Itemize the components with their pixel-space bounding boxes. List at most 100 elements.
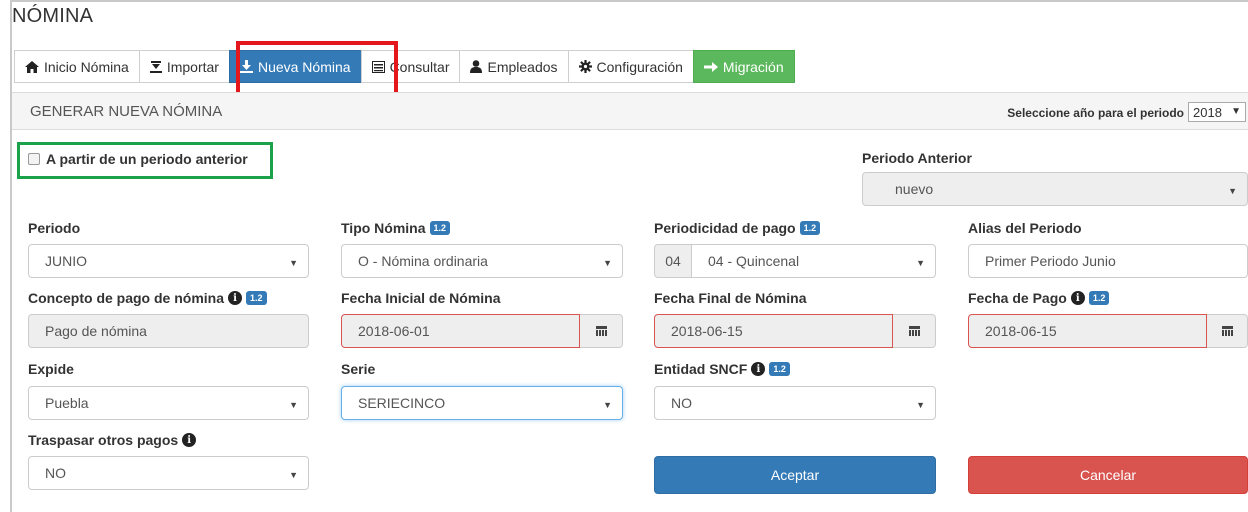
- select-value: NO: [45, 465, 66, 481]
- expide-label: Expide: [28, 361, 74, 377]
- select-value: JUNIO: [45, 253, 87, 269]
- label-text: Serie: [341, 361, 376, 377]
- expide-select[interactable]: Puebla ▼: [28, 386, 309, 420]
- tab-configuracion[interactable]: Configuración: [567, 50, 693, 83]
- fecha-pago-calendar-button[interactable]: [1207, 314, 1248, 348]
- tab-importar[interactable]: Importar: [138, 50, 229, 83]
- arrow-right-icon: [703, 61, 718, 73]
- alias-input[interactable]: Primer Periodo Junio: [968, 244, 1248, 278]
- version-badge: 1.2: [769, 362, 790, 376]
- caret-down-icon: ▼: [289, 400, 298, 410]
- fecha-inicial-calendar-button[interactable]: [580, 314, 623, 348]
- info-icon[interactable]: i: [751, 362, 766, 376]
- import-icon: [149, 60, 162, 73]
- tab-label: Consultar: [389, 58, 450, 75]
- fecha-pago-input[interactable]: 2018-06-15: [968, 314, 1207, 348]
- tab-label: Inicio Nómina: [44, 58, 129, 75]
- year-value: 2018: [1193, 104, 1222, 120]
- serie-label: Serie: [341, 361, 375, 377]
- tab-empleados[interactable]: Empleados: [459, 50, 568, 83]
- select-value: 04 - Quincenal: [708, 253, 800, 269]
- user-icon: [470, 60, 483, 73]
- alias-label: Alias del Periodo: [968, 220, 1082, 236]
- label-text: Concepto de pago de nómina: [28, 290, 225, 306]
- select-value: O - Nómina ordinaria: [358, 253, 488, 269]
- chevron-down-icon: ▼: [1231, 106, 1241, 117]
- periodo-anterior-label: Periodo Anterior: [862, 150, 972, 166]
- serie-select[interactable]: SERIECINCO ▼: [341, 386, 623, 420]
- caret-down-icon: ▼: [1228, 186, 1237, 196]
- label-text: Expide: [28, 361, 74, 377]
- previous-period-label: A partir de un periodo anterior: [46, 151, 248, 167]
- caret-down-icon: ▼: [289, 258, 298, 268]
- version-badge: 1.2: [246, 291, 267, 305]
- year-label: Seleccione año para el periodo: [1007, 106, 1184, 120]
- fecha-final-label: Fecha Final de Nómina: [654, 290, 806, 306]
- input-value: 2018-06-01: [358, 323, 430, 339]
- fecha-pago-label: Fecha de Pago i 1.2: [968, 290, 1110, 306]
- fecha-final-input[interactable]: 2018-06-15: [654, 314, 893, 348]
- select-value: Puebla: [45, 395, 89, 411]
- label-text: Traspasar otros pagos: [28, 432, 179, 448]
- select-value: nuevo: [895, 181, 934, 197]
- periodo-label: Periodo: [28, 220, 80, 236]
- label-text: Periodicidad de pago: [654, 220, 796, 236]
- gear-icon: [578, 60, 592, 73]
- periodo-anterior-select[interactable]: nuevo ▼: [862, 172, 1248, 206]
- tab-label: Configuración: [596, 58, 683, 75]
- input-value: Pago de nómina: [45, 323, 147, 339]
- traspasar-label: Traspasar otros pagos i: [28, 432, 197, 448]
- caret-down-icon: ▼: [603, 400, 612, 410]
- label-text: Tipo Nómina: [341, 220, 426, 236]
- periodicidad-select[interactable]: 04 - Quincenal ▼: [691, 244, 936, 278]
- label-text: Alias del Periodo: [968, 220, 1082, 236]
- info-icon[interactable]: i: [1070, 291, 1085, 305]
- entidad-select[interactable]: NO ▼: [654, 386, 936, 420]
- tab-label: Migración: [722, 58, 784, 75]
- tab-migracion[interactable]: Migración: [692, 50, 795, 83]
- tab-inicio-nomina[interactable]: Inicio Nómina: [14, 50, 139, 83]
- home-icon: [25, 60, 39, 73]
- previous-period-option[interactable]: A partir de un periodo anterior: [28, 151, 248, 167]
- version-badge: 1.2: [799, 221, 821, 235]
- fecha-inicial-label: Fecha Inicial de Nómina: [341, 290, 501, 306]
- select-value: NO: [671, 395, 692, 411]
- previous-period-checkbox[interactable]: [28, 153, 40, 165]
- traspasar-select[interactable]: NO ▼: [28, 456, 309, 490]
- periodicidad-label: Periodicidad de pago 1.2: [654, 220, 821, 236]
- tipo-nomina-label: Tipo Nómina 1.2: [341, 220, 451, 236]
- button-label: Cancelar: [1079, 467, 1137, 483]
- caret-down-icon: ▼: [603, 258, 612, 268]
- input-value: 2018-06-15: [671, 323, 743, 339]
- accept-button[interactable]: Aceptar: [654, 456, 936, 494]
- input-value: 2018-06-15: [985, 323, 1057, 339]
- section-title: GENERAR NUEVA NÓMINA: [30, 103, 223, 120]
- input-value: Primer Periodo Junio: [985, 253, 1116, 269]
- tipo-nomina-select[interactable]: O - Nómina ordinaria ▼: [341, 244, 623, 278]
- version-badge: 1.2: [429, 221, 451, 235]
- label-text: Periodo: [28, 220, 81, 236]
- info-icon[interactable]: i: [182, 433, 197, 447]
- year-select[interactable]: 2018 ▼: [1188, 102, 1246, 122]
- label-text: Entidad SNCF: [654, 361, 748, 377]
- info-icon[interactable]: i: [228, 291, 243, 305]
- periodo-select[interactable]: JUNIO ▼: [28, 244, 309, 278]
- highlight-nueva-nomina: [236, 41, 398, 99]
- entidad-label: Entidad SNCF i 1.2: [654, 361, 790, 377]
- calendar-icon: [595, 326, 607, 336]
- concepto-input: Pago de nómina: [28, 314, 309, 348]
- tab-bar: Inicio Nómina Importar Nueva Nómina Cons…: [14, 50, 795, 86]
- tab-label: Empleados: [487, 58, 558, 75]
- calendar-icon: [1221, 326, 1233, 336]
- section-header: GENERAR NUEVA NÓMINA Seleccione año para…: [12, 92, 1248, 130]
- fecha-inicial-input[interactable]: 2018-06-01: [341, 314, 580, 348]
- periodicidad-code: 04: [654, 244, 692, 278]
- page-title: NÓMINA: [12, 5, 94, 27]
- label-text: Periodo Anterior: [862, 150, 972, 166]
- cancel-button[interactable]: Cancelar: [968, 456, 1248, 494]
- fecha-final-calendar-button[interactable]: [893, 314, 936, 348]
- button-label: Aceptar: [770, 467, 820, 483]
- caret-down-icon: ▼: [916, 258, 925, 268]
- version-badge: 1.2: [1088, 291, 1110, 305]
- label-text: Fecha Final de Nómina: [654, 290, 807, 306]
